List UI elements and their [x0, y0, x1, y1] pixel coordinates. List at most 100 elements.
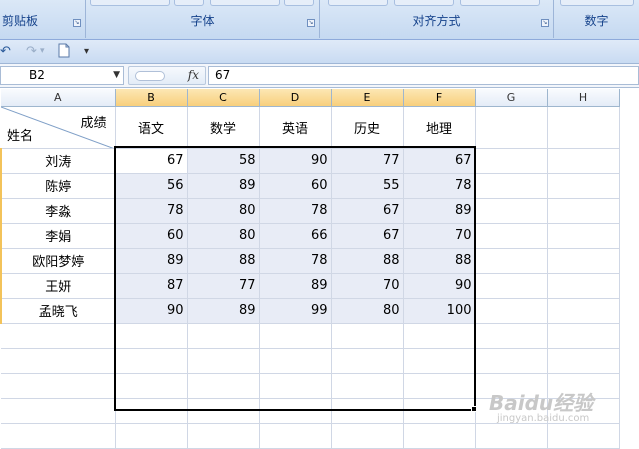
undo-icon[interactable]: ↶ — [0, 43, 11, 60]
grid-cell[interactable] — [187, 373, 260, 399]
column-header-f[interactable]: F — [403, 89, 476, 107]
subject-header-cell[interactable]: 语文 — [115, 106, 188, 149]
grid-cell[interactable] — [187, 423, 260, 449]
score-cell[interactable]: 77 — [331, 148, 404, 174]
score-cell[interactable]: 78 — [259, 248, 332, 274]
subject-header-cell[interactable]: 数学 — [187, 106, 260, 149]
grid-cell[interactable] — [259, 398, 332, 424]
score-cell[interactable]: 80 — [331, 298, 404, 324]
grid-cell[interactable] — [547, 298, 620, 324]
grid-cell[interactable] — [115, 348, 188, 374]
grid-cell[interactable] — [547, 373, 620, 399]
score-cell[interactable]: 99 — [259, 298, 332, 324]
grid-cell[interactable] — [547, 398, 620, 424]
grid-cell[interactable] — [1, 373, 116, 399]
column-header-a[interactable]: A — [1, 89, 116, 107]
score-cell[interactable]: 67 — [403, 148, 476, 174]
score-cell[interactable]: 90 — [403, 273, 476, 299]
score-cell[interactable]: 67 — [331, 223, 404, 249]
student-name-cell[interactable]: 孟晓飞 — [0, 298, 116, 324]
fill-handle[interactable] — [471, 406, 477, 412]
redo-icon[interactable]: ↷ — [26, 43, 37, 60]
score-cell[interactable]: 70 — [403, 223, 476, 249]
score-cell[interactable]: 88 — [331, 248, 404, 274]
dialog-launcher-icon[interactable]: ↘ — [541, 19, 549, 27]
student-name-cell[interactable]: 李娟 — [0, 223, 116, 249]
score-cell[interactable]: 55 — [331, 173, 404, 199]
grid-cell[interactable] — [187, 398, 260, 424]
grid-cell[interactable] — [331, 348, 404, 374]
column-header-e[interactable]: E — [331, 89, 404, 107]
student-name-cell[interactable]: 王妍 — [0, 273, 116, 299]
column-header-c[interactable]: C — [187, 89, 260, 107]
grid-cell[interactable] — [259, 423, 332, 449]
score-cell[interactable]: 100 — [403, 298, 476, 324]
column-header-h[interactable]: H — [547, 89, 620, 107]
grid-cell[interactable] — [403, 348, 476, 374]
grid-cell[interactable] — [1, 348, 116, 374]
grid-cell[interactable] — [475, 398, 548, 424]
grid-cell[interactable] — [475, 273, 548, 299]
grid-cell[interactable] — [259, 323, 332, 349]
score-cell[interactable]: 89 — [259, 273, 332, 299]
student-name-cell[interactable]: 欧阳梦婷 — [0, 248, 116, 274]
worksheet-grid[interactable]: A B C D E F G H 成绩 姓名 语文 数学 英语 历史 地理 刘涛 6… — [0, 89, 639, 449]
grid-cell[interactable] — [1, 423, 116, 449]
score-cell[interactable]: 78 — [403, 173, 476, 199]
name-box[interactable]: B2 ▼ — [0, 66, 124, 85]
student-name-cell[interactable]: 刘涛 — [0, 148, 116, 174]
grid-cell[interactable] — [475, 348, 548, 374]
grid-cell[interactable] — [475, 423, 548, 449]
grid-cell[interactable] — [187, 323, 260, 349]
new-document-icon[interactable] — [58, 43, 70, 63]
grid-cell[interactable] — [115, 323, 188, 349]
grid-cell[interactable] — [1, 398, 116, 424]
grid-cell[interactable] — [115, 398, 188, 424]
score-cell[interactable]: 66 — [259, 223, 332, 249]
grid-cell[interactable] — [1, 323, 116, 349]
grid-cell[interactable] — [547, 248, 620, 274]
score-cell[interactable]: 56 — [115, 173, 188, 199]
score-cell[interactable]: 60 — [115, 223, 188, 249]
grid-cell[interactable] — [187, 348, 260, 374]
column-header-g[interactable]: G — [475, 89, 548, 107]
column-header-d[interactable]: D — [259, 89, 332, 107]
grid-cell[interactable] — [475, 106, 548, 149]
redo-dropdown-icon[interactable]: ▾ — [40, 43, 45, 60]
score-cell[interactable]: 78 — [115, 198, 188, 224]
score-cell[interactable]: 70 — [331, 273, 404, 299]
grid-cell[interactable] — [115, 373, 188, 399]
grid-cell[interactable] — [403, 373, 476, 399]
subject-header-cell[interactable]: 英语 — [259, 106, 332, 149]
score-cell[interactable]: 60 — [259, 173, 332, 199]
grid-cell[interactable] — [475, 223, 548, 249]
grid-cell[interactable] — [547, 223, 620, 249]
score-cell[interactable]: 90 — [259, 148, 332, 174]
grid-cell[interactable] — [547, 323, 620, 349]
grid-cell[interactable] — [331, 423, 404, 449]
score-cell[interactable]: 80 — [187, 223, 260, 249]
grid-cell[interactable] — [259, 348, 332, 374]
score-cell[interactable]: 67 — [115, 148, 188, 174]
grid-cell[interactable] — [547, 348, 620, 374]
grid-cell[interactable] — [331, 373, 404, 399]
score-cell[interactable]: 80 — [187, 198, 260, 224]
grid-cell[interactable] — [475, 373, 548, 399]
grid-cell[interactable] — [331, 398, 404, 424]
grid-cell[interactable] — [547, 198, 620, 224]
score-cell[interactable]: 88 — [187, 248, 260, 274]
score-cell[interactable]: 89 — [187, 298, 260, 324]
grid-cell[interactable] — [547, 423, 620, 449]
grid-cell[interactable] — [547, 273, 620, 299]
student-name-cell[interactable]: 李淼 — [0, 198, 116, 224]
score-cell[interactable]: 77 — [187, 273, 260, 299]
score-cell[interactable]: 58 — [187, 148, 260, 174]
subject-header-cell[interactable]: 历史 — [331, 106, 404, 149]
score-cell[interactable]: 78 — [259, 198, 332, 224]
column-header-b[interactable]: B — [115, 89, 188, 107]
grid-cell[interactable] — [475, 173, 548, 199]
score-cell[interactable]: 88 — [403, 248, 476, 274]
score-cell[interactable]: 87 — [115, 273, 188, 299]
grid-cell[interactable] — [475, 148, 548, 174]
score-cell[interactable]: 67 — [331, 198, 404, 224]
